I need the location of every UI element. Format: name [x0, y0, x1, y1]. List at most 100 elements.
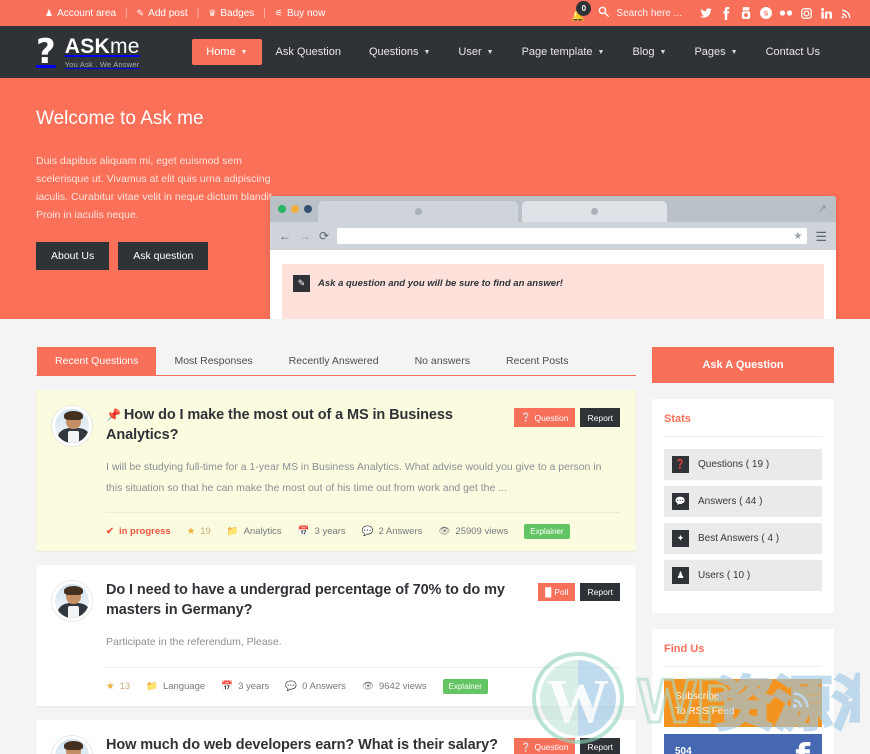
sidebar: Ask A Question Stats ❓ Questions ( 19 ) …	[652, 319, 834, 754]
question-title[interactable]: How much do web developers earn? What is…	[106, 736, 506, 754]
ask-a-question-button[interactable]: Ask A Question	[652, 347, 834, 383]
tab-recent-questions[interactable]: Recent Questions	[37, 347, 157, 375]
comment-icon: 💬	[285, 680, 298, 692]
nav-item-page-template[interactable]: Page template ▼	[508, 39, 619, 65]
topbar-link-label: Buy now	[286, 7, 326, 19]
meta-age: 📅 3 years	[297, 526, 346, 538]
notifications-button[interactable]: 🔔 0	[568, 0, 596, 26]
browser-tab-2[interactable]	[522, 201, 667, 222]
youtube-icon[interactable]	[736, 0, 756, 26]
twitter-icon[interactable]	[696, 0, 716, 26]
badge-explainer: Explainer	[442, 678, 488, 694]
user-icon: ♟	[672, 567, 689, 584]
facebook-fans-box[interactable]: 504 Fans f	[664, 734, 822, 754]
main-content: Recent Questions Most Responses Recently…	[0, 319, 870, 754]
rss-icon	[791, 689, 812, 716]
browser-navbar: ← → ⟳ ★ ☰	[270, 222, 836, 250]
topbar-link-account-area[interactable]: ♟ Account area	[36, 8, 125, 19]
question-mark-icon: ❓	[672, 456, 689, 473]
question-title[interactable]: Do I need to have a undergrad percentage…	[106, 581, 530, 620]
stat-row-best-answers[interactable]: ✦ Best Answers ( 4 )	[664, 523, 822, 554]
star-icon: ★	[186, 526, 196, 538]
nav-label: Blog	[632, 46, 655, 58]
nav-item-home[interactable]: Home ▼	[192, 39, 262, 65]
reload-icon[interactable]: ⟳	[319, 230, 329, 242]
linkedin-icon[interactable]	[816, 0, 836, 26]
rss-subscribe-box[interactable]: Subscribe To RSS Feed	[664, 679, 822, 727]
nav-item-contact-us[interactable]: Contact Us	[752, 39, 834, 65]
nav-label: Ask Question	[275, 46, 341, 58]
nav-label: Contact Us	[765, 46, 820, 58]
report-button[interactable]: Report	[580, 583, 620, 602]
report-button[interactable]: Report	[580, 408, 620, 427]
tab-recently-answered[interactable]: Recently Answered	[271, 347, 397, 375]
meta-category[interactable]: 📁 Analytics	[227, 526, 282, 537]
tab-most-responses[interactable]: Most Responses	[156, 347, 270, 375]
expand-icon[interactable]: ↗	[818, 202, 827, 215]
question-meta: ★ 13 📁 Language 📅 3 years 💬 0 Answers 👁 …	[106, 666, 620, 694]
site-logo[interactable]: ? ASKme You Ask . We Answer	[36, 35, 140, 69]
stat-row-users[interactable]: ♟ Users ( 10 )	[664, 560, 822, 591]
badge-question-type[interactable]: █ Poll	[538, 583, 576, 602]
chevron-down-icon: ▼	[597, 48, 605, 56]
browser-address-bar[interactable]: ★	[337, 228, 808, 244]
comment-icon: 💬	[361, 526, 374, 538]
nav-item-user[interactable]: User ▼	[444, 39, 507, 65]
ask-question-button[interactable]: Ask question	[118, 242, 209, 271]
skype-icon[interactable]: S	[756, 0, 776, 26]
instagram-icon[interactable]	[796, 0, 816, 26]
traffic-light-amber-icon[interactable]	[291, 205, 299, 213]
eye-icon: 👁	[361, 680, 374, 692]
hero-description: Duis dapibus aliquam mi, eget euismod se…	[36, 155, 275, 222]
meta-stars: ★ 19	[186, 526, 211, 538]
meta-category[interactable]: 📁 Language	[146, 681, 205, 692]
stat-label: Best Answers ( 4 )	[698, 533, 780, 544]
rss-icon[interactable]	[836, 0, 856, 26]
search-icon[interactable]	[598, 6, 610, 20]
tab-recent-posts[interactable]: Recent Posts	[488, 347, 586, 375]
question-card[interactable]: Do I need to have a undergrad percentage…	[36, 565, 636, 706]
traffic-light-blue-icon[interactable]	[304, 205, 312, 213]
search-input[interactable]: Search here ...	[616, 8, 682, 19]
browser-tab-1[interactable]	[318, 201, 518, 222]
badge-explainer: Explainer	[524, 524, 570, 540]
question-card[interactable]: How much do web developers earn? What is…	[36, 719, 636, 754]
calendar-icon: 📅	[221, 680, 234, 692]
stat-row-answers[interactable]: 💬 Answers ( 44 )	[664, 486, 822, 517]
topbar-link-add-post[interactable]: ✎ Add post	[128, 8, 197, 19]
nav-item-blog[interactable]: Blog ▼	[618, 39, 680, 65]
facebook-icon[interactable]	[716, 0, 736, 26]
hamburger-menu-icon[interactable]: ☰	[815, 230, 827, 243]
badge-question-type[interactable]: ❔ Question	[513, 408, 576, 427]
question-excerpt: Participate in the referendum, Please.	[106, 636, 282, 649]
nav-item-questions[interactable]: Questions ▼	[355, 39, 444, 65]
meta-views: 👁 9642 views	[361, 680, 427, 692]
question-card[interactable]: 📌 How do I make the most out of a MS in B…	[36, 390, 636, 552]
ask-question-widget: ✎ Ask a question and you will be sure to…	[282, 264, 824, 319]
hero-section: Welcome to Ask me Duis dapibus aliquam m…	[0, 78, 870, 319]
tab-no-answers[interactable]: No answers	[397, 347, 488, 375]
back-arrow-icon[interactable]: ←	[279, 230, 291, 242]
report-button[interactable]: Report	[580, 737, 620, 754]
bookmark-star-icon[interactable]: ★	[793, 231, 802, 242]
traffic-light-green-icon[interactable]	[278, 205, 286, 213]
stat-row-questions[interactable]: ❓ Questions ( 19 )	[664, 449, 822, 480]
ask-prompt-text: Ask a question and you will be sure to f…	[318, 278, 563, 289]
avatar	[52, 406, 92, 446]
cart-icon: ⚟	[274, 7, 283, 18]
flickr-icon[interactable]	[776, 0, 796, 26]
question-meta: ✔ in progress ★ 19 📁 Analytics 📅 3 years	[106, 512, 620, 540]
favicon-placeholder-icon	[414, 208, 422, 215]
nav-item-ask-question[interactable]: Ask Question	[262, 39, 355, 65]
calendar-icon: 📅	[297, 526, 310, 538]
topbar-link-badges[interactable]: ♛ Badges	[199, 8, 263, 19]
status-badge: ✔ in progress	[106, 526, 171, 538]
pencil-icon: ✎	[293, 275, 310, 292]
topbar-link-buy-now[interactable]: ⚟ Buy now	[266, 8, 334, 19]
question-title[interactable]: 📌 How do I make the most out of a MS in B…	[106, 406, 506, 445]
about-us-button[interactable]: About Us	[36, 242, 110, 271]
badge-question-type[interactable]: ❔ Question	[513, 737, 576, 754]
hero-content: Welcome to Ask me Duis dapibus aliquam m…	[36, 78, 278, 319]
forward-arrow-icon[interactable]: →	[299, 230, 311, 242]
nav-item-pages[interactable]: Pages ▼	[680, 39, 751, 65]
